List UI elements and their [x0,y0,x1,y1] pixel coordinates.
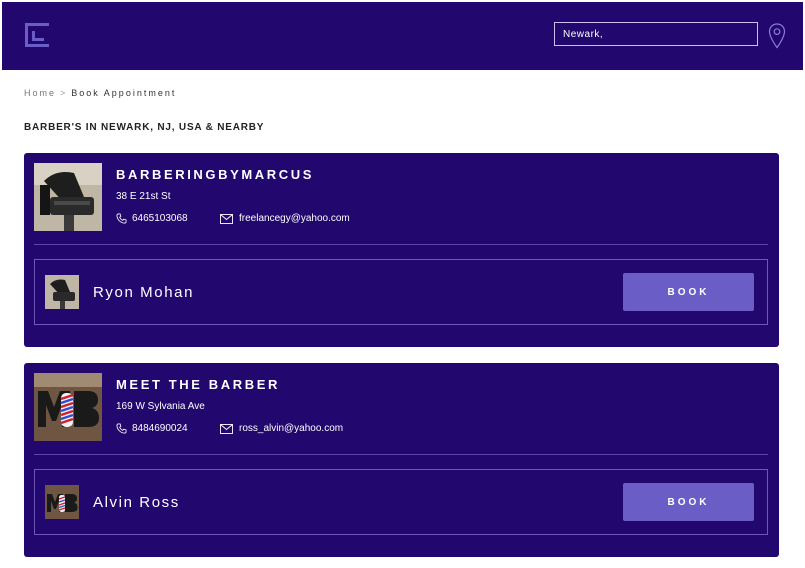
shop-phone[interactable]: 8484690024 [132,423,188,434]
card-divider [34,244,768,245]
shop-address: 38 E 21st St [116,191,171,202]
barber-avatar [45,485,79,519]
breadcrumb-home-link[interactable]: Home [24,88,56,98]
book-button[interactable]: BOOK [623,483,754,521]
shop-name[interactable]: MEET THE BARBER [116,377,280,392]
mail-icon [220,424,233,434]
barber-row: Ryon Mohan BOOK [34,259,768,325]
barber-name: Alvin Ross [93,494,180,511]
page-title: BARBER'S IN NEWARK, NJ, USA & NEARBY [24,122,265,133]
phone-icon [116,423,127,434]
barber-row: Alvin Ross BOOK [34,469,768,535]
brand-logo-icon[interactable] [24,22,50,48]
barber-shop-card: MEET THE BARBER 169 W Sylvania Ave 84846… [24,363,779,557]
shop-address: 169 W Sylvania Ave [116,401,205,412]
top-header: Newark, [2,2,803,70]
book-button[interactable]: BOOK [623,273,754,311]
card-divider [34,454,768,455]
shop-photo [34,163,102,231]
shop-phone[interactable]: 6465103068 [132,213,188,224]
map-pin-icon[interactable] [768,23,786,49]
breadcrumb: Home > Book Appointment [24,88,176,98]
barber-shop-card: BARBERINGBYMARCUS 38 E 21st St 646510306… [24,153,779,347]
breadcrumb-separator: > [60,88,68,98]
shop-photo [34,373,102,441]
barber-avatar [45,275,79,309]
barber-name: Ryon Mohan [93,284,195,301]
mail-icon [220,214,233,224]
phone-icon [116,213,127,224]
shop-email[interactable]: ross_alvin@yahoo.com [239,423,343,434]
breadcrumb-current: Book Appointment [71,88,177,98]
location-search-input[interactable]: Newark, [554,22,758,46]
shop-email[interactable]: freelancegy@yahoo.com [239,213,350,224]
shop-name[interactable]: BARBERINGBYMARCUS [116,167,314,182]
